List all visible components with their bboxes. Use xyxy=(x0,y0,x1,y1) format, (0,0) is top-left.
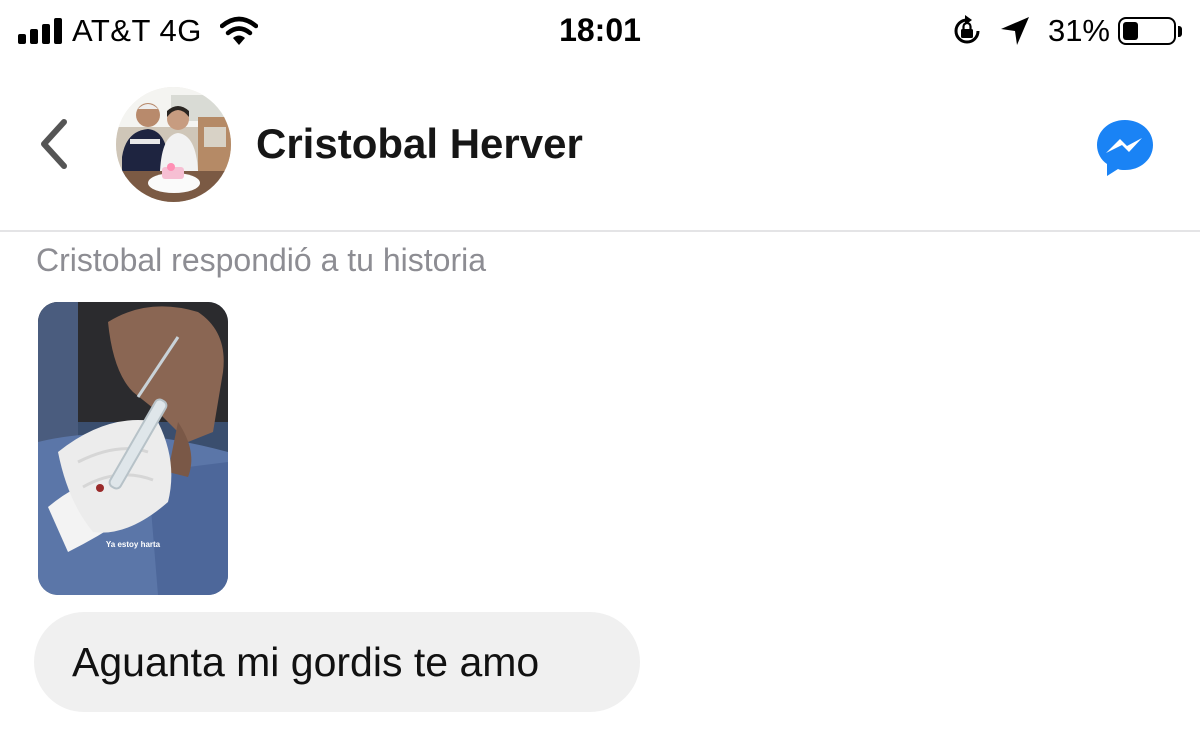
story-reply-caption: Cristobal respondió a tu historia xyxy=(36,242,487,278)
chevron-left-icon xyxy=(41,119,67,169)
battery-icon xyxy=(1118,17,1176,45)
status-bar: AT&T 4G 18:01 31% xyxy=(0,0,1200,62)
rotation-lock-icon xyxy=(954,15,980,44)
avatar-photo xyxy=(116,87,231,202)
location-arrow-icon xyxy=(1000,17,1029,45)
story-thumbnail[interactable]: Ya estoy harta xyxy=(38,302,228,595)
status-bar-right: 31% xyxy=(950,12,1182,50)
messenger-button[interactable] xyxy=(1094,117,1156,179)
story-overlay-text: Ya estoy harta xyxy=(105,540,161,549)
story-image xyxy=(38,302,228,595)
battery-fill xyxy=(1123,22,1138,40)
message-bubble[interactable]: Aguanta mi gordis te amo xyxy=(34,612,640,712)
messenger-screen: AT&T 4G 18:01 31% Cristobal Herver Crist… xyxy=(0,0,1200,737)
back-button[interactable] xyxy=(34,114,78,174)
messenger-icon xyxy=(1097,120,1153,176)
contact-name[interactable]: Cristobal Herver xyxy=(256,120,583,168)
battery-tip xyxy=(1178,25,1182,37)
conversation-header: Cristobal Herver xyxy=(0,62,1200,232)
battery-percentage: 31% xyxy=(1047,13,1110,48)
contact-avatar[interactable] xyxy=(116,87,231,202)
